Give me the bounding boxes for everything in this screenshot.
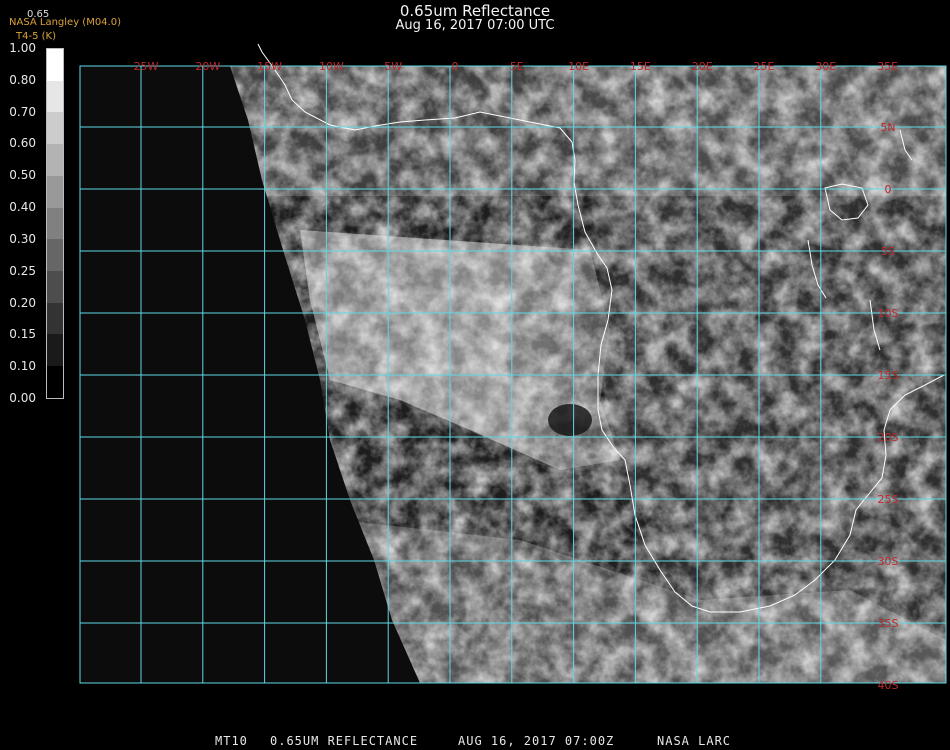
latitude-label: 40S bbox=[878, 679, 899, 692]
longitude-label: 5E bbox=[510, 60, 524, 73]
footer-datetime: AUG 16, 2017 07:00Z bbox=[458, 734, 615, 748]
longitude-label: 5W bbox=[384, 60, 402, 73]
latitude-label: 25S bbox=[878, 493, 899, 506]
latitude-label: 10S bbox=[878, 307, 899, 320]
satellite-image-viewer: 0.65um Reflectance Aug 16, 2017 07:00 UT… bbox=[0, 0, 950, 750]
latitude-label: 30S bbox=[878, 555, 899, 568]
longitude-label: 15W bbox=[257, 60, 282, 73]
latitude-label: 0 bbox=[885, 183, 892, 196]
longitude-label: 10W bbox=[319, 60, 344, 73]
latitude-label: 5N bbox=[880, 121, 895, 134]
footer-description: 0.65UM REFLECTANCE bbox=[270, 734, 419, 748]
longitude-label: 25E bbox=[754, 60, 775, 73]
footer-product: MT10 bbox=[215, 734, 248, 748]
longitude-label: 0 bbox=[452, 60, 459, 73]
longitude-label: 20W bbox=[195, 60, 220, 73]
latitude-label: 15S bbox=[878, 369, 899, 382]
longitude-label: 20E bbox=[692, 60, 713, 73]
image-area bbox=[80, 43, 946, 683]
satellite-map: 25W 20W 15W 10W 5W 0 5E 10E 15E 20E 25E 30E 35E 5N 0 5… bbox=[79, 43, 947, 692]
latitude-label: 35S bbox=[878, 617, 899, 630]
longitude-label: 30E bbox=[815, 60, 836, 73]
longitude-label: 25W bbox=[134, 60, 159, 73]
latitude-label: 20S bbox=[878, 431, 899, 444]
longitude-label: 15E bbox=[630, 60, 651, 73]
footer-organization: NASA LARC bbox=[657, 734, 732, 748]
longitude-label: 35E bbox=[877, 60, 898, 73]
latitude-label: 5S bbox=[881, 245, 895, 258]
longitude-label: 10E bbox=[568, 60, 589, 73]
clear-sky-patch bbox=[548, 404, 592, 436]
